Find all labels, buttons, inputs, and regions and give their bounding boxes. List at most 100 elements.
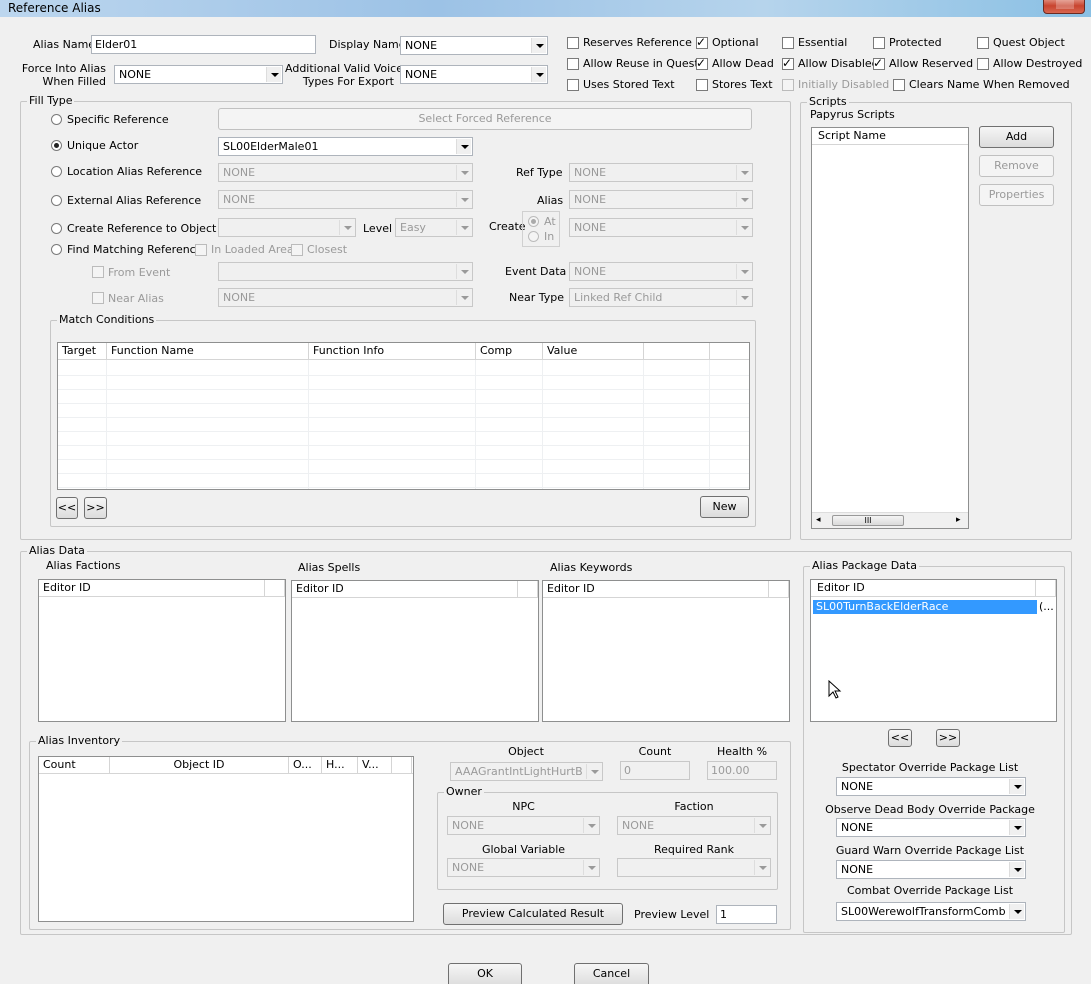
package-editor-id-column[interactable]: Editor ID (811, 580, 1036, 597)
inventory-column-2[interactable]: O... (289, 757, 322, 774)
alias-factions-list[interactable]: Editor ID (38, 579, 286, 722)
flag-5-checkbox[interactable] (567, 58, 579, 70)
from-event-select[interactable] (218, 262, 473, 281)
preview-calculated-result-button[interactable]: Preview Calculated Result (443, 903, 623, 925)
preview-level-field[interactable]: 1 (716, 905, 777, 924)
scroll-left-icon[interactable]: ◂ (816, 515, 821, 525)
create-at-radio[interactable] (528, 216, 539, 227)
spectator-override-select[interactable]: NONE (836, 777, 1026, 796)
spells-editor-id-column[interactable]: Editor ID (292, 581, 518, 598)
match-conditions-prev-button[interactable]: << (56, 497, 78, 519)
scroll-thumb[interactable]: III (832, 515, 904, 526)
unique-actor-radio[interactable] (51, 140, 62, 151)
add-script-button[interactable]: Add (979, 126, 1054, 148)
flag-1-checkbox[interactable]: ✓ (696, 35, 708, 49)
alias-spells-list[interactable]: Editor ID (291, 580, 539, 722)
select-forced-reference-button[interactable]: Select Forced Reference (218, 108, 752, 130)
specific-reference-radio[interactable] (51, 114, 62, 125)
package-prev-button[interactable]: << (888, 729, 912, 747)
flag-3-checkbox[interactable] (873, 37, 885, 49)
guard-warn-select[interactable]: NONE (836, 860, 1026, 879)
match-conditions-table[interactable]: Target Function Name Function Info Comp Valu… (57, 342, 750, 490)
near-type-select[interactable]: Linked Ref Child (569, 288, 753, 307)
inventory-column-3[interactable]: H... (322, 757, 358, 774)
keywords-extra-column[interactable] (769, 581, 789, 598)
inventory-column-0[interactable]: Count (39, 757, 110, 774)
package-row-selected[interactable]: SL00TurnBackElderRace (813, 600, 1037, 614)
npc-select[interactable]: NONE (447, 816, 600, 835)
health-field[interactable]: 100.00 (707, 761, 777, 780)
match-column-4[interactable]: Value (543, 343, 644, 360)
from-event-checkbox[interactable] (92, 266, 104, 278)
package-extra-column[interactable] (1036, 580, 1056, 597)
find-matching-radio[interactable] (51, 244, 62, 255)
flag-4-checkbox[interactable] (977, 37, 989, 49)
factions-editor-id-column[interactable]: Editor ID (39, 580, 265, 597)
scripts-list[interactable]: Script Name ◂ III ▸ (811, 127, 969, 529)
event-data-select[interactable]: NONE (569, 262, 753, 281)
flag-12-checkbox[interactable] (782, 79, 794, 91)
create-object-select[interactable] (218, 218, 356, 237)
match-column-3[interactable]: Comp (476, 343, 543, 360)
unique-actor-select[interactable]: SL00ElderMale01 (218, 137, 473, 156)
match-column-1[interactable]: Function Name (107, 343, 309, 360)
match-column-5[interactable] (644, 343, 710, 360)
flag-7-checkbox[interactable]: ✓ (782, 56, 794, 70)
flag-8-checkbox[interactable]: ✓ (873, 56, 885, 70)
level-select[interactable]: Easy (395, 218, 473, 237)
count-field[interactable]: 0 (620, 761, 690, 780)
alias-name-field[interactable]: Elder01 (91, 35, 316, 54)
alias-keywords-list[interactable]: Editor ID (542, 580, 790, 722)
keywords-editor-id-column[interactable]: Editor ID (543, 581, 769, 598)
flag-2-checkbox[interactable] (782, 37, 794, 49)
match-column-2[interactable]: Function Info (309, 343, 476, 360)
alias-select[interactable]: NONE (569, 190, 753, 209)
closest-checkbox[interactable] (291, 244, 303, 256)
location-alias-select[interactable]: NONE (218, 163, 473, 182)
package-next-button[interactable]: >> (936, 729, 960, 747)
spells-extra-column[interactable] (518, 581, 538, 598)
create-in-radio[interactable] (528, 231, 539, 242)
cancel-button[interactable]: Cancel (574, 963, 649, 984)
flag-13-checkbox[interactable] (893, 79, 905, 91)
flag-11-checkbox[interactable] (696, 79, 708, 91)
title-bar[interactable]: Reference Alias (0, 0, 1091, 17)
flag-10-checkbox[interactable] (567, 79, 579, 91)
flag-6-checkbox[interactable]: ✓ (696, 56, 708, 70)
match-conditions-next-button[interactable]: >> (84, 497, 107, 519)
flag-0-checkbox[interactable] (567, 37, 579, 49)
external-alias-select[interactable]: NONE (218, 190, 473, 209)
near-alias-checkbox[interactable] (92, 292, 104, 304)
inventory-column-4[interactable]: V... (358, 757, 392, 774)
force-into-alias-select[interactable]: NONE (114, 65, 283, 84)
factions-extra-column[interactable] (265, 580, 285, 597)
voice-types-select[interactable]: NONE (400, 65, 548, 84)
close-window-button[interactable] (1043, 0, 1085, 14)
script-properties-button[interactable]: Properties (979, 184, 1054, 206)
inventory-list[interactable]: Count Object ID O... H... V... (38, 756, 414, 922)
in-loaded-area-checkbox[interactable] (195, 244, 207, 256)
flag-9-checkbox[interactable] (977, 58, 989, 70)
scroll-right-icon[interactable]: ▸ (956, 515, 961, 525)
near-alias-select[interactable]: NONE (218, 288, 473, 307)
display-name-select[interactable]: NONE (400, 36, 548, 55)
required-rank-select[interactable] (617, 858, 771, 877)
combat-override-select[interactable]: SL00WerewolfTransformCombatOv (836, 902, 1026, 921)
inventory-column-5[interactable] (392, 757, 412, 774)
location-alias-radio[interactable] (51, 166, 62, 177)
ok-button[interactable]: OK (448, 963, 522, 984)
scripts-horizontal-scrollbar[interactable]: ◂ III ▸ (812, 512, 968, 528)
package-data-list[interactable]: Editor ID SL00TurnBackElderRace (... (810, 579, 1057, 722)
new-condition-button[interactable]: New (700, 496, 749, 518)
match-column-0[interactable]: Target (58, 343, 107, 360)
ref-type-select[interactable]: NONE (569, 163, 753, 182)
faction-select[interactable]: NONE (617, 816, 771, 835)
create-reference-radio[interactable] (51, 223, 62, 234)
observe-dead-body-select[interactable]: NONE (836, 818, 1026, 837)
remove-script-button[interactable]: Remove (979, 155, 1054, 177)
external-alias-radio[interactable] (51, 195, 62, 206)
script-name-column[interactable]: Script Name (812, 128, 968, 145)
global-variable-select[interactable]: NONE (447, 858, 600, 877)
create-select[interactable]: NONE (569, 218, 753, 237)
object-select[interactable]: AAAGrantIntLightHurtBright (450, 762, 603, 781)
